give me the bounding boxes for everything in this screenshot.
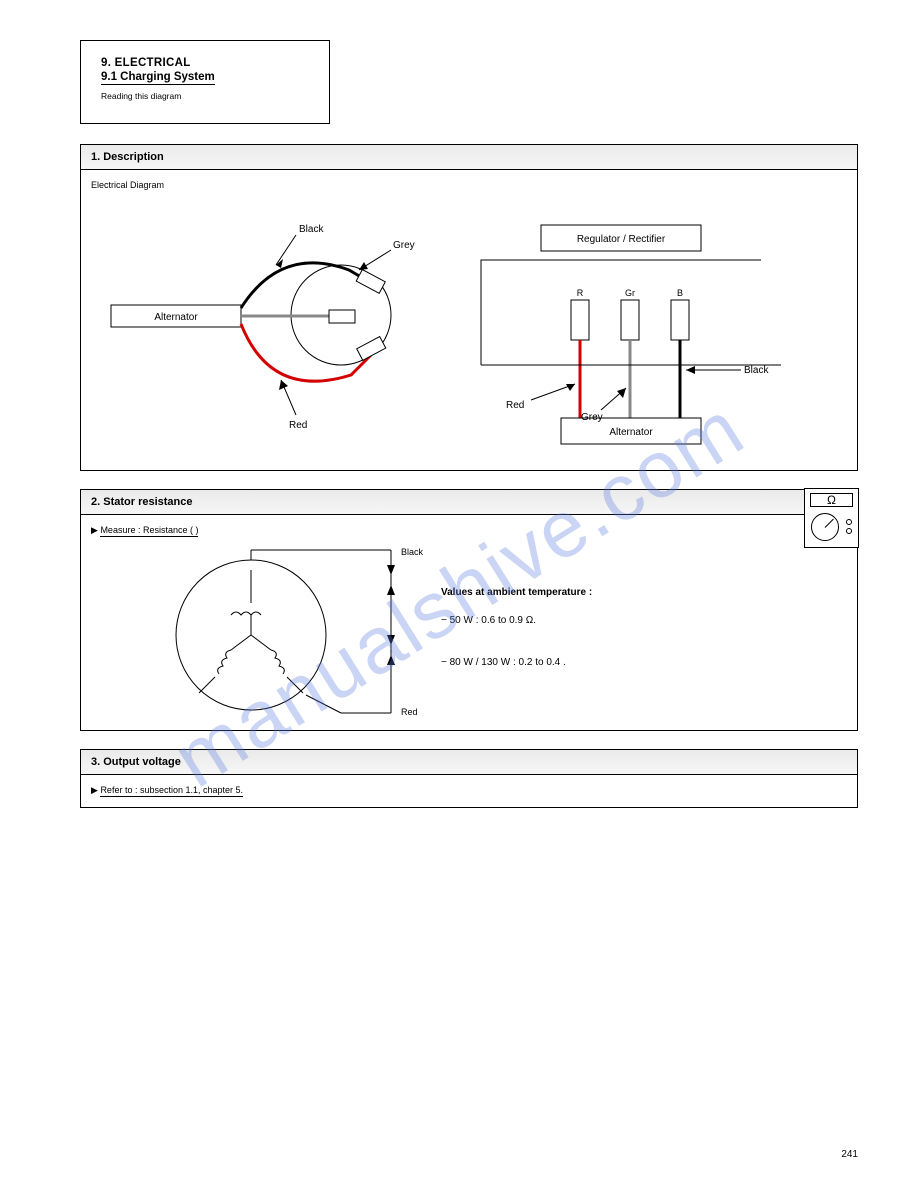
terminal-gr: Gr	[625, 288, 635, 298]
label-regulator: Regulator / Rectifier	[577, 234, 666, 245]
lead-black: Black	[401, 547, 424, 557]
title-note: Reading this diagram	[101, 91, 309, 101]
label-red-right: Red	[506, 400, 524, 411]
panel-output-voltage: 3. Output voltage ▶ Refer to : subsectio…	[80, 749, 858, 808]
panel-header-description: 1. Description	[81, 145, 857, 170]
ohm-symbol: Ω	[810, 493, 853, 507]
panel-body-stator: ▶ Measure : Resistance ( )	[81, 515, 857, 730]
terminal-b: B	[677, 288, 683, 298]
label-black-right: Black	[744, 365, 769, 376]
ohmmeter-icon: Ω	[804, 488, 859, 548]
label-alternator-right: Alternator	[609, 427, 653, 438]
label-grey-right: Grey	[581, 412, 603, 423]
triangle-icon: ▶	[91, 785, 98, 795]
wiring-diagram: Alternator Black Grey Red	[81, 170, 851, 470]
terminal-r: R	[577, 288, 584, 298]
panel-body-output: ▶ Refer to : subsection 1.1, chapter 5.	[81, 775, 857, 807]
refer-line: Refer to : subsection 1.1, chapter 5.	[100, 785, 243, 797]
label-alternator: Alternator	[154, 312, 198, 323]
panel-header-stator: 2. Stator resistance	[81, 490, 857, 515]
value-50w: − 50 W : 0.6 to 0.9 Ω.	[441, 615, 536, 626]
section-number: 9. ELECTRICAL	[101, 57, 309, 69]
label-black-left: Black	[299, 224, 324, 235]
panel-description: 1. Description Electrical Diagram Altern…	[80, 144, 858, 471]
value-80w: − 80 W / 130 W : 0.2 to 0.4 .	[441, 657, 566, 668]
label-grey-left: Grey	[393, 240, 415, 251]
subsection-title: 9.1 Charging System	[101, 71, 215, 85]
panel-stator-resistance: 2. Stator resistance Ω ▶ Measure : Resis…	[80, 489, 858, 731]
page-number: 241	[841, 1149, 858, 1160]
ambient-label: Values at ambient temperature :	[441, 587, 592, 598]
title-box: 9. ELECTRICAL 9.1 Charging System Readin…	[80, 40, 330, 124]
panel-header-output: 3. Output voltage	[81, 750, 857, 775]
lead-red: Red	[401, 707, 418, 717]
panel-body-description: Electrical Diagram Alternator Black	[81, 170, 857, 470]
stator-diagram: Black Red Values at ambient temperature …	[81, 515, 851, 730]
label-red-left: Red	[289, 420, 307, 431]
